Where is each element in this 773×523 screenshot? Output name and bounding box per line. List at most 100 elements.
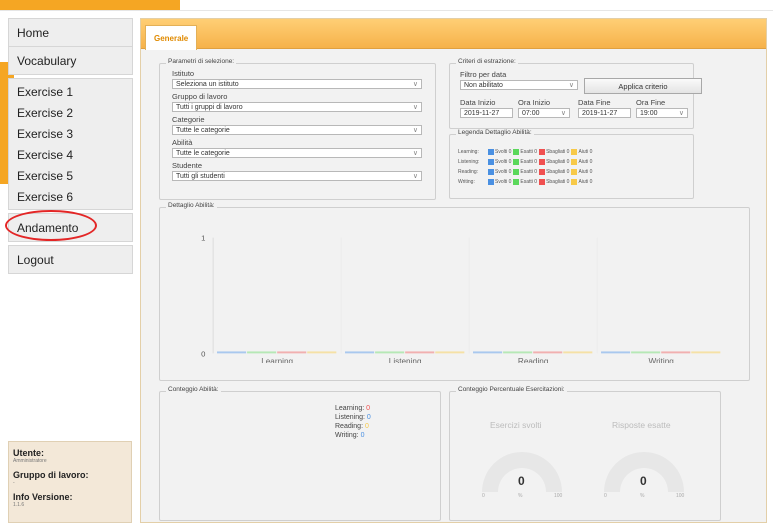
- skill-count-line: Listening: 0: [335, 413, 371, 422]
- skill-count-label: Listening:: [335, 414, 365, 421]
- nav-group-exercises: Exercise 1 Exercise 2 Exercise 3 Exercis…: [8, 78, 133, 210]
- criteria-legend: Criteri di estrazione:: [456, 58, 518, 65]
- swatch-sbagliati: [539, 159, 546, 165]
- ora-fine-label: Ora Fine: [636, 98, 666, 107]
- skill-count-value: 0: [364, 423, 369, 430]
- skill-count-title: Conteggio Abilità:: [166, 386, 221, 393]
- abilita-select[interactable]: Tutte le categorie ∨: [172, 148, 422, 158]
- istituto-select[interactable]: Seleziona un istituto ∨: [172, 79, 422, 89]
- extraction-criteria-fieldset: Criteri di estrazione: Filtro per data N…: [449, 58, 702, 129]
- top-divider: [0, 10, 773, 11]
- gauge-max-label: 100: [676, 493, 685, 499]
- version-value: 1.1.6: [13, 502, 25, 508]
- sidebar-item-home[interactable]: Home: [9, 19, 132, 47]
- skill-count-label: Writing:: [335, 432, 359, 439]
- gauge-title: Esercizi svolti: [490, 420, 542, 430]
- bar-svolti: [601, 351, 631, 354]
- sidebar-item-logout[interactable]: Logout: [9, 246, 132, 273]
- chevron-down-icon: ∨: [412, 104, 418, 111]
- sidebar-item-exercise-2[interactable]: Exercise 2: [9, 102, 132, 123]
- filtro-value: Non abilitato: [464, 82, 503, 89]
- legend-sbagliati: Sbagliati 0: [546, 149, 570, 155]
- exercise-percentage-fieldset: Conteggio Percentuale Esercitazioni: Ese…: [449, 386, 721, 521]
- bar-esatti: [247, 351, 277, 354]
- skill-legend-title: Legenda Dettaglio Abilità:: [456, 129, 534, 136]
- gauge-value: 0: [640, 474, 647, 488]
- skill-count-line: Writing: 0: [335, 431, 371, 440]
- legend-skill-label: Writing:: [458, 179, 475, 185]
- bar-sbagliati: [533, 351, 563, 354]
- x-tick-label: Learning: [261, 357, 293, 363]
- skill-count-line: Learning: 0: [335, 404, 371, 413]
- legend-esatti: Esatti 0: [520, 149, 538, 155]
- tab-generale[interactable]: Generale: [145, 25, 198, 50]
- legend-skill-label: Reading:: [458, 169, 479, 175]
- exercise-percentage-title: Conteggio Percentuale Esercitazioni:: [456, 386, 567, 393]
- gruppo-label: Gruppo di lavoro: [172, 92, 228, 101]
- data-inizio-input[interactable]: 2019-11-27: [460, 108, 513, 118]
- swatch-esatti: [513, 169, 520, 175]
- skill-detail-title: Dettaglio Abilità:: [166, 202, 217, 209]
- ora-fine-select[interactable]: 19:00 ∨: [636, 108, 688, 118]
- legend-aiuti: Aiuti 0: [578, 159, 593, 165]
- filtro-select[interactable]: Non abilitato ∨: [460, 80, 578, 90]
- categorie-label: Categorie: [172, 115, 205, 124]
- swatch-esatti: [513, 159, 520, 165]
- sidebar-item-vocabulary[interactable]: Vocabulary: [9, 47, 132, 74]
- swatch-sbagliati: [539, 149, 546, 155]
- bar-esatti: [631, 351, 661, 354]
- swatch-sbagliati: [539, 179, 546, 185]
- gauge-title: Risposte esatte: [612, 420, 671, 430]
- gruppo-value: Tutti i gruppi di lavoro: [176, 104, 243, 111]
- sidebar-item-exercise-5[interactable]: Exercise 5: [9, 165, 132, 186]
- swatch-svolti: [488, 169, 494, 175]
- sidebar-item-andamento[interactable]: Andamento: [9, 214, 132, 241]
- y-tick-label: 0: [201, 349, 205, 358]
- skill-count-label: Learning:: [335, 405, 365, 412]
- ora-inizio-label: Ora Inizio: [518, 98, 551, 107]
- tab-bar: Generale: [141, 19, 766, 50]
- sidebar-item-exercise-1[interactable]: Exercise 1: [9, 81, 132, 102]
- group-label: Gruppo di lavoro:: [13, 470, 89, 480]
- skill-count-value: 0: [360, 432, 365, 439]
- data-fine-input[interactable]: 2019-11-27: [578, 108, 631, 118]
- chevron-down-icon: ∨: [678, 110, 684, 117]
- legend-skill-label: Learning:: [458, 149, 479, 155]
- bar-sbagliati: [661, 351, 691, 354]
- gauge-min-label: 0: [482, 493, 485, 499]
- sidebar-item-exercise-4[interactable]: Exercise 4: [9, 144, 132, 165]
- selection-parameters-fieldset: Parametri di selezione: Istituto Selezio…: [159, 58, 436, 200]
- skill-legend-fieldset: Legenda Dettaglio Abilità: Learning: Svol…: [449, 129, 694, 199]
- abilita-label: Abilità: [172, 138, 193, 147]
- legend-esatti: Esatti 0: [520, 159, 538, 165]
- bar-sbagliati: [405, 351, 435, 354]
- legend-sbagliati: Sbagliati 0: [546, 169, 570, 175]
- nav-group-home: Home Vocabulary: [8, 18, 133, 75]
- ora-inizio-select[interactable]: 07:00 ∨: [518, 108, 570, 118]
- sidebar-nav: Home Vocabulary Exercise 1 Exercise 2 Ex…: [8, 18, 133, 277]
- version-label: Info Versione:: [13, 492, 73, 502]
- swatch-aiuti: [571, 159, 578, 165]
- legend-esatti: Esatti 0: [520, 169, 538, 175]
- sidebar-item-exercise-3[interactable]: Exercise 3: [9, 123, 132, 144]
- skill-count-value: 0: [366, 405, 371, 412]
- swatch-aiuti: [571, 149, 578, 155]
- categorie-select[interactable]: Tutte le categorie ∨: [172, 125, 422, 135]
- x-tick-label: Listening: [389, 357, 422, 363]
- data-fine-label: Data Fine: [578, 98, 611, 107]
- chevron-down-icon: ∨: [412, 173, 418, 180]
- skill-count-list: Learning: 0 Listening: 0 Reading: 0 Writing…: [335, 404, 371, 440]
- gruppo-select[interactable]: Tutti i gruppi di lavoro ∨: [172, 102, 422, 112]
- studente-select[interactable]: Tutti gli studenti ∨: [172, 171, 422, 181]
- bar-aiuti: [563, 351, 593, 354]
- studente-label: Studente: [172, 161, 203, 170]
- apply-criteria-button[interactable]: Applica criterio: [584, 78, 702, 94]
- istituto-label: Istituto: [172, 69, 195, 78]
- legend-aiuti: Aiuti 0: [578, 149, 593, 155]
- skill-legend-row: Learning: Svolti 0 Esatti 0 Sbagliati 0 Aiut…: [458, 149, 592, 155]
- skill-detail-fieldset: Dettaglio Abilità: 0 1 Learning Listening Re…: [159, 202, 750, 381]
- sidebar-item-exercise-6[interactable]: Exercise 6: [9, 186, 132, 207]
- group-value: -: [13, 480, 15, 486]
- gauge-max-label: 100: [554, 493, 563, 499]
- chevron-down-icon: ∨: [412, 150, 418, 157]
